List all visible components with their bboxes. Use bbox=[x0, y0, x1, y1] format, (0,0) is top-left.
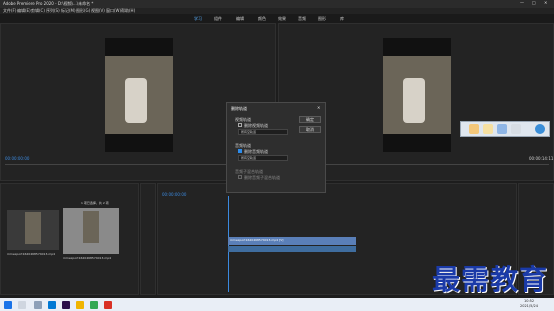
explorer-icon[interactable] bbox=[76, 301, 84, 309]
audio-dropdown-value: 所有空轨道 bbox=[241, 156, 257, 160]
minimize-button[interactable]: — bbox=[520, 0, 524, 5]
delete-submix-tracks-checkbox[interactable] bbox=[238, 175, 242, 179]
timeline-timecode: 00:00:00:00 bbox=[162, 192, 187, 197]
start-icon[interactable] bbox=[4, 301, 12, 309]
tab-learning[interactable]: 学习 bbox=[194, 16, 202, 22]
clock-time: 10:52 bbox=[524, 299, 535, 303]
program-video-frame bbox=[383, 38, 451, 152]
audio-tracks-dropdown[interactable]: 所有空轨道 bbox=[238, 155, 288, 161]
delete-submix-tracks-label: 删除音频子混合轨道 bbox=[244, 175, 280, 180]
premiere-icon[interactable] bbox=[62, 301, 70, 309]
tab-color[interactable]: 颜色 bbox=[258, 16, 266, 22]
clock-date: 2021/5/24 bbox=[520, 304, 538, 308]
window-title: Adobe Premiere Pro 2020 - D:\视频\...\未命名 … bbox=[3, 1, 94, 6]
tab-editing[interactable]: 编辑 bbox=[236, 16, 244, 22]
source-video-frame bbox=[105, 38, 173, 152]
watermark: 最需教育 bbox=[432, 263, 549, 296]
folder-icon[interactable] bbox=[497, 124, 507, 134]
ok-button[interactable]: 确定 bbox=[299, 116, 321, 123]
video-dropdown-value: 所有空轨道 bbox=[241, 130, 257, 134]
project-panel: mmexport1620468574013.mp4 mmexport162046… bbox=[0, 183, 139, 295]
person-figure bbox=[125, 78, 147, 123]
thumbnail-video bbox=[25, 212, 41, 244]
ok-button-label: 确定 bbox=[306, 117, 314, 122]
delete-audio-tracks-checkbox[interactable] bbox=[238, 149, 242, 153]
video-clip[interactable]: mmexport1620468574013.mp4 [V] bbox=[228, 237, 356, 245]
tab-effects[interactable]: 效果 bbox=[278, 16, 286, 22]
chrome-icon[interactable] bbox=[90, 301, 98, 309]
comment-icon[interactable] bbox=[483, 124, 493, 134]
hand-icon[interactable] bbox=[469, 124, 479, 134]
cancel-button-label: 取消 bbox=[306, 127, 314, 132]
maximize-button[interactable]: □ bbox=[532, 0, 536, 5]
project-thumbnail-2[interactable] bbox=[63, 208, 119, 254]
delete-tracks-dialog: 删除轨道 ✕ 视频轨道 删除视频轨道 所有空轨道 音频轨道 删除音频轨道 所有空… bbox=[226, 102, 326, 193]
search-icon[interactable] bbox=[18, 301, 26, 309]
dialog-title: 删除轨道 bbox=[231, 106, 247, 111]
title-bar: Adobe Premiere Pro 2020 - D:\视频\...\未命名 … bbox=[0, 0, 554, 8]
video-tracks-dropdown[interactable]: 所有空轨道 bbox=[238, 129, 288, 135]
close-button[interactable]: ✕ bbox=[544, 0, 547, 5]
project-thumbnail-1[interactable] bbox=[7, 210, 59, 250]
task-view-icon[interactable] bbox=[34, 301, 42, 309]
app-icon[interactable] bbox=[104, 301, 112, 309]
program-duration: 00:00:14:11 bbox=[529, 156, 554, 161]
help-icon[interactable] bbox=[535, 124, 545, 134]
source-timecode: 00:00:00:00 bbox=[5, 156, 30, 161]
tab-audio[interactable]: 音频 bbox=[298, 16, 306, 22]
tab-assembly[interactable]: 组件 bbox=[214, 16, 222, 22]
tab-graphics[interactable]: 图形 bbox=[318, 16, 326, 22]
workspace-bar: 学习 组件 编辑 颜色 效果 音频 图形 库 bbox=[0, 14, 554, 23]
audio-clip[interactable] bbox=[228, 246, 356, 252]
thumbnail-video bbox=[83, 211, 99, 243]
search-icon[interactable] bbox=[511, 124, 521, 134]
video-clip-label: mmexport1620468574013.mp4 [V] bbox=[230, 238, 284, 242]
tools-panel bbox=[140, 183, 156, 295]
project-item-2-label: mmexport1620468574013.mp4 bbox=[63, 256, 112, 260]
project-item-1-label: mmexport1620468574013.mp4 bbox=[7, 252, 56, 256]
tab-libraries[interactable]: 库 bbox=[340, 16, 344, 22]
delete-video-tracks-checkbox[interactable] bbox=[238, 123, 242, 127]
edge-icon[interactable] bbox=[48, 301, 56, 309]
dialog-close-icon[interactable]: ✕ bbox=[317, 105, 320, 110]
person-figure bbox=[403, 78, 425, 123]
project-selection-info: 1 项已选择，共 2 项 bbox=[81, 201, 109, 205]
cancel-button[interactable]: 取消 bbox=[299, 126, 321, 133]
